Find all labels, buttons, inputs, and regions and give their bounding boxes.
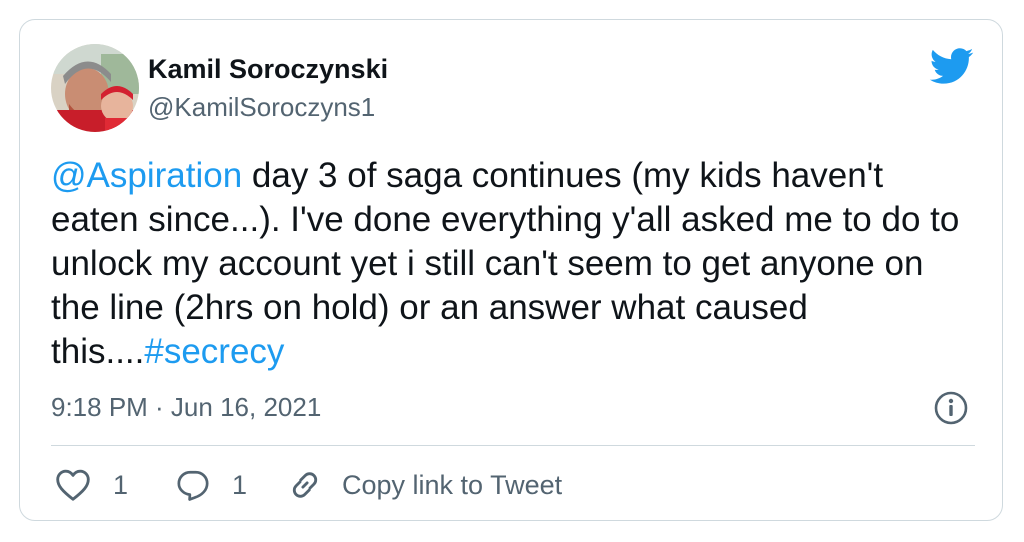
copy-link-button[interactable]: Copy link to Tweet	[288, 467, 562, 503]
reply-bubble-icon	[176, 468, 210, 502]
tweet-timestamp[interactable]: 9:18 PM · Jun 16, 2021	[51, 392, 321, 423]
avatar[interactable]	[51, 44, 139, 132]
twitter-bird-icon[interactable]	[928, 46, 974, 86]
info-icon[interactable]	[934, 391, 968, 425]
tweet-text: @Aspiration day 3 of saga continues (my …	[51, 154, 971, 374]
hashtag-link[interactable]: #secrecy	[144, 332, 284, 371]
tweet-card: Kamil Soroczynski @KamilSoroczyns1 @Aspi…	[19, 19, 1003, 521]
copy-link-label: Copy link to Tweet	[342, 469, 563, 500]
like-count: 1	[113, 469, 129, 500]
mention-link[interactable]: @Aspiration	[51, 156, 242, 195]
reply-button[interactable]: 1	[176, 467, 247, 503]
author-display-name[interactable]: Kamil Soroczynski	[148, 54, 388, 85]
like-button[interactable]: 1	[55, 467, 128, 503]
heart-icon	[55, 468, 91, 502]
author-handle[interactable]: @KamilSoroczyns1	[148, 92, 375, 123]
link-icon	[288, 468, 322, 502]
reply-count: 1	[232, 469, 248, 500]
divider	[51, 445, 975, 446]
